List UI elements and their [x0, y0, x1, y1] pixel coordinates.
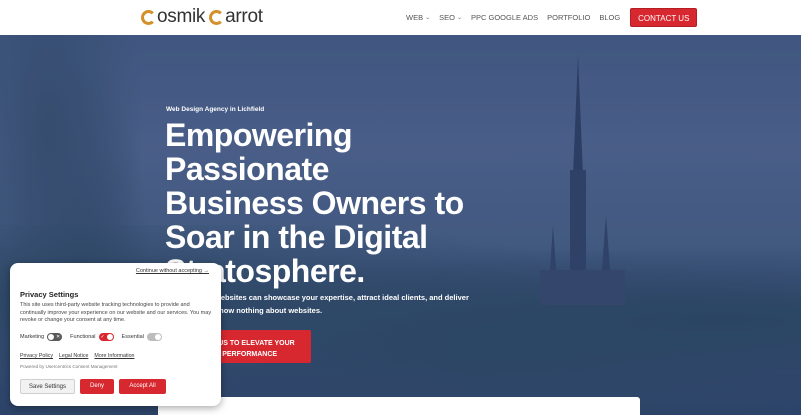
logo-text-2: arrot	[225, 6, 263, 27]
nav-label: BLOG	[599, 13, 621, 22]
toggle-label: Functional	[70, 334, 96, 340]
chevron-down-icon: ⌄	[425, 15, 431, 21]
contact-us-button[interactable]: CONTACT US	[630, 8, 698, 27]
check-icon: ✓	[100, 334, 105, 340]
powered-by-text: Powered by Usercentrics Consent Manageme…	[20, 364, 118, 369]
privacy-buttons: Save Settings Deny Accept All	[20, 379, 171, 394]
hero-tagline: Web Design Agency in Lichfield	[166, 106, 265, 113]
privacy-title: Privacy Settings	[20, 290, 79, 299]
nav-item-portfolio[interactable]: PORTFOLIO	[547, 13, 590, 22]
privacy-links: Privacy Policy Legal Notice More Informa…	[20, 353, 140, 359]
privacy-settings-dialog: Continue without accepting → Privacy Set…	[10, 263, 221, 406]
privacy-policy-link[interactable]: Privacy Policy	[20, 353, 53, 359]
nav-item-blog[interactable]: BLOG	[599, 13, 620, 22]
nav-item-seo[interactable]: SEO ⌄	[439, 13, 462, 22]
functional-switch[interactable]: ✓	[98, 333, 114, 341]
site-header: osmik arrot WEB ⌄ SEO ⌄ PPC GOOGLE ADS P…	[0, 0, 801, 35]
essential-switch	[146, 333, 162, 341]
nav-label: PPC GOOGLE ADS	[471, 13, 539, 22]
logo-c-icon	[141, 10, 156, 25]
nav-item-web[interactable]: WEB ⌄	[406, 13, 430, 22]
toggle-functional: Functional ✓	[70, 333, 114, 341]
logo[interactable]: osmik arrot	[141, 5, 263, 29]
accept-all-button[interactable]: Accept All	[119, 379, 166, 394]
marketing-switch[interactable]: ✕	[47, 333, 63, 341]
more-information-link[interactable]: More Information	[94, 353, 134, 359]
hero-subtext: websites can showcase your expertise, at…	[215, 293, 469, 315]
logo-c-icon	[209, 10, 225, 25]
nav-label: SEO	[439, 13, 455, 22]
nav-label: PORTFOLIO	[547, 13, 591, 22]
nav-label: WEB	[406, 13, 424, 22]
chevron-down-icon: ⌄	[456, 15, 462, 21]
save-settings-button[interactable]: Save Settings	[20, 379, 75, 394]
toggle-marketing: Marketing ✕	[20, 333, 63, 341]
deny-button[interactable]: Deny	[80, 379, 114, 394]
logo-text-1: osmik	[157, 6, 206, 27]
privacy-description: This site uses third-party website track…	[20, 302, 212, 323]
content-card	[158, 397, 640, 415]
toggle-label: Essential	[121, 334, 144, 340]
switch-knob	[106, 334, 113, 340]
continue-without-accepting-link[interactable]: Continue without accepting →	[136, 268, 209, 274]
switch-knob	[48, 334, 55, 340]
toggle-essential: Essential	[122, 333, 162, 341]
close-icon: ✕	[55, 334, 61, 340]
switch-knob	[154, 334, 161, 340]
nav-item-ppc[interactable]: PPC GOOGLE ADS	[471, 13, 538, 22]
legal-notice-link[interactable]: Legal Notice	[59, 353, 88, 359]
toggle-label: Marketing	[20, 334, 45, 340]
consent-toggles: Marketing ✕ Functional ✓ Essential	[20, 333, 170, 341]
main-nav: WEB ⌄ SEO ⌄ PPC GOOGLE ADS PORTFOLIO BLO…	[406, 8, 698, 27]
